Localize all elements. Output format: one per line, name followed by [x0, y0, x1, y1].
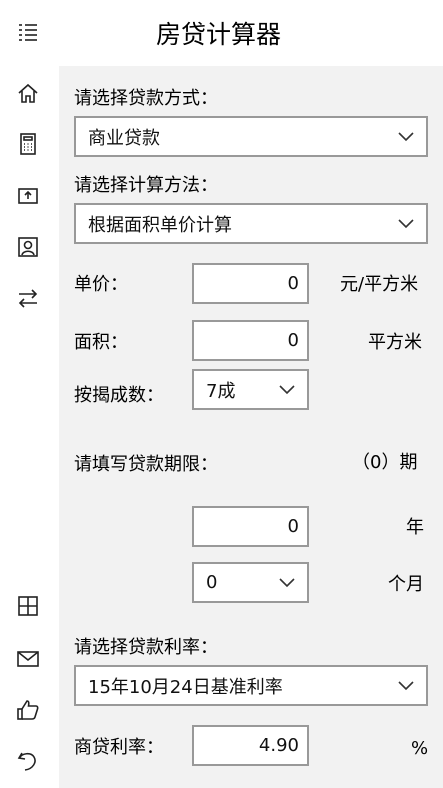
loan-type-select[interactable]: 商业贷款: [74, 116, 428, 157]
unit-price-unit: 元/平方米: [340, 274, 419, 295]
mortgage-ratio-value: 7成: [206, 380, 236, 402]
chevron-down-icon: [398, 131, 414, 142]
months-unit: 个月: [388, 574, 424, 595]
grid-icon[interactable]: [14, 592, 42, 620]
term-periods: （0）期: [352, 452, 418, 473]
commercial-rate-unit: %: [411, 738, 429, 759]
years-input[interactable]: 0: [192, 506, 309, 547]
contact-card-icon[interactable]: [14, 233, 42, 261]
rate-value: 15年10月24日基准利率: [88, 676, 283, 698]
unit-price-input[interactable]: 0: [192, 263, 309, 304]
calc-method-select[interactable]: 根据面积单价计算: [74, 203, 428, 244]
mail-icon[interactable]: [14, 645, 42, 673]
rate-label: 请选择贷款利率：: [74, 637, 218, 658]
undo-icon[interactable]: [14, 747, 42, 775]
loan-type-value: 商业贷款: [88, 127, 160, 149]
years-value: 0: [287, 516, 299, 537]
mortgage-ratio-label: 按揭成数：: [74, 385, 164, 406]
unit-price-value: 0: [287, 273, 299, 294]
home-icon[interactable]: [14, 80, 42, 108]
loan-type-label: 请选择贷款方式：: [74, 88, 218, 109]
months-value: 0: [206, 572, 218, 593]
hamburger-menu-icon[interactable]: [14, 19, 42, 47]
page-title: 房贷计算器: [156, 20, 282, 49]
area-value: 0: [287, 330, 299, 351]
area-input[interactable]: 0: [192, 320, 309, 361]
chevron-down-icon: [398, 218, 414, 229]
unit-price-label: 单价：: [74, 274, 128, 295]
calculator-icon[interactable]: [14, 130, 42, 158]
area-label: 面积：: [74, 332, 128, 353]
mortgage-ratio-select[interactable]: 7成: [192, 369, 309, 410]
term-label: 请填写贷款期限：: [74, 454, 218, 475]
commercial-rate-input[interactable]: 4.90: [192, 725, 309, 766]
chevron-down-icon: [279, 577, 295, 588]
years-unit: 年: [406, 517, 424, 538]
months-select[interactable]: 0: [192, 562, 309, 603]
commercial-rate-value: 4.90: [258, 735, 299, 756]
area-unit: 平方米: [368, 332, 422, 353]
calc-method-label: 请选择计算方法：: [74, 175, 218, 196]
thumbs-up-icon[interactable]: [14, 696, 42, 724]
calc-method-value: 根据面积单价计算: [88, 214, 232, 236]
upload-box-icon[interactable]: [14, 182, 42, 210]
chevron-down-icon: [398, 680, 414, 691]
chevron-down-icon: [279, 384, 295, 395]
commercial-rate-label: 商贷利率：: [74, 737, 164, 758]
swap-arrows-icon[interactable]: [14, 284, 42, 312]
rate-select[interactable]: 15年10月24日基准利率: [74, 665, 428, 706]
